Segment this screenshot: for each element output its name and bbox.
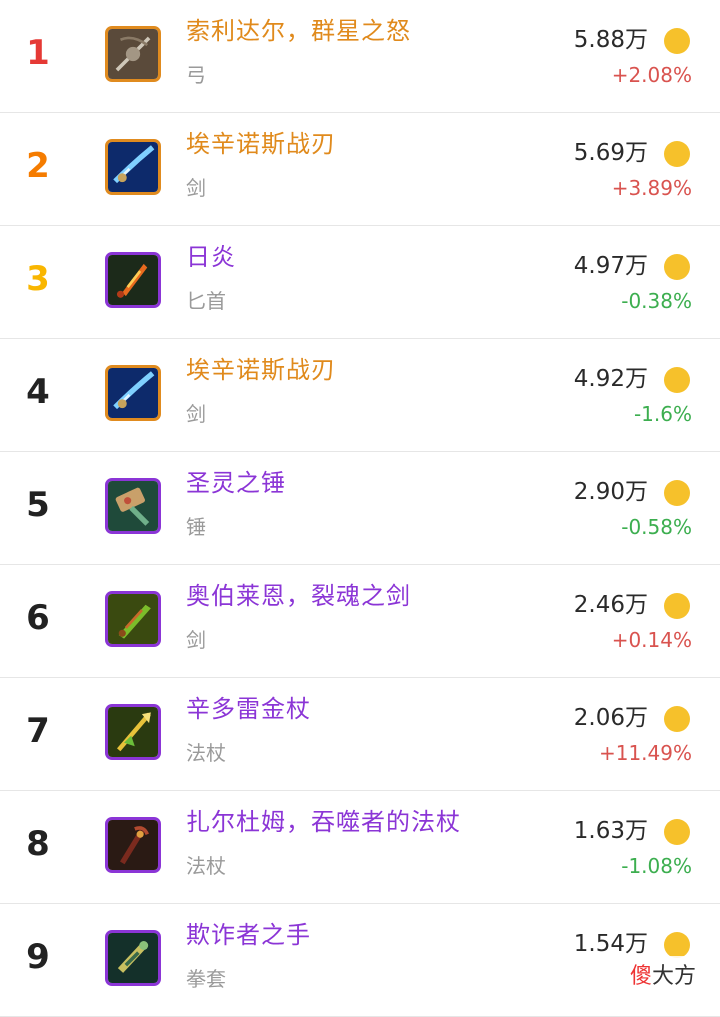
rank-number: 7	[26, 711, 50, 751]
list-item[interactable]: 5 圣灵之锤 锤 2.90万 -0.58%	[0, 452, 720, 565]
item-name[interactable]: 埃辛诺斯战刃	[186, 353, 336, 387]
item-type: 法杖	[186, 741, 226, 765]
item-price: 1.63万	[573, 818, 648, 844]
list-item[interactable]: 8 扎尔杜姆，吞噬者的法杖 法杖 1.63万 -1.08%	[0, 791, 720, 904]
bow-icon	[105, 26, 161, 82]
glaive-icon	[105, 139, 161, 195]
price-change: +2.08%	[611, 63, 692, 87]
item-type: 弓	[186, 63, 206, 87]
item-name[interactable]: 日炎	[186, 240, 236, 274]
gold-coin-icon	[664, 141, 690, 167]
rank-number: 4	[26, 372, 50, 412]
item-type: 锤	[186, 515, 206, 539]
gold-coin-icon	[664, 254, 690, 280]
gold-coin-icon	[664, 593, 690, 619]
item-type: 剑	[186, 176, 206, 200]
hammer-icon	[105, 478, 161, 534]
watermark: 傻大方	[623, 956, 702, 992]
item-type: 剑	[186, 402, 206, 426]
price-change: +0.14%	[611, 628, 692, 652]
dagger-icon	[105, 252, 161, 308]
item-type: 拳套	[186, 967, 226, 991]
gold-coin-icon	[664, 706, 690, 732]
item-name[interactable]: 欺诈者之手	[186, 918, 311, 952]
price-change: +3.89%	[611, 176, 692, 200]
gold-coin-icon	[664, 367, 690, 393]
gold-coin-icon	[664, 480, 690, 506]
gold-coin-icon	[664, 28, 690, 54]
list-item[interactable]: 1 索利达尔，群星之怒 弓 5.88万 +2.08%	[0, 0, 720, 113]
claw-staff-icon	[105, 817, 161, 873]
sword-icon	[105, 591, 161, 647]
item-name[interactable]: 圣灵之锤	[186, 466, 286, 500]
item-price: 4.97万	[573, 253, 648, 279]
watermark-char: 傻	[629, 964, 652, 989]
price-change: +11.49%	[598, 741, 692, 765]
item-name[interactable]: 埃辛诺斯战刃	[186, 127, 336, 161]
list-item[interactable]: 2 埃辛诺斯战刃 剑 5.69万 +3.89%	[0, 113, 720, 226]
item-name[interactable]: 辛多雷金杖	[186, 692, 311, 726]
item-price: 2.06万	[573, 705, 648, 731]
item-type: 匕首	[186, 289, 226, 313]
list-item[interactable]: 9 欺诈者之手 拳套 1.54万	[0, 904, 720, 1017]
rank-number: 9	[26, 937, 50, 977]
item-name[interactable]: 扎尔杜姆，吞噬者的法杖	[186, 805, 461, 839]
rank-number: 8	[26, 824, 50, 864]
item-price: 5.69万	[573, 140, 648, 166]
list-item[interactable]: 7 辛多雷金杖 法杖 2.06万 +11.49%	[0, 678, 720, 791]
rank-number: 5	[26, 485, 50, 525]
item-price: 2.46万	[573, 592, 648, 618]
item-type: 剑	[186, 628, 206, 652]
staff-icon	[105, 704, 161, 760]
gold-coin-icon	[664, 819, 690, 845]
list-item[interactable]: 4 埃辛诺斯战刃 剑 4.92万 -1.6%	[0, 339, 720, 452]
item-name[interactable]: 索利达尔，群星之怒	[186, 14, 411, 48]
glaive-icon	[105, 365, 161, 421]
item-price: 4.92万	[573, 366, 648, 392]
price-ranking-list: 1 索利达尔，群星之怒 弓 5.88万 +2.08% 2 埃辛诺斯战刃 剑 5.…	[0, 0, 720, 1017]
price-change: -0.58%	[621, 515, 692, 539]
item-name[interactable]: 奥伯莱恩，裂魂之剑	[186, 579, 411, 613]
gold-coin-icon	[664, 932, 690, 958]
rank-number: 2	[26, 146, 50, 186]
list-item[interactable]: 3 日炎 匕首 4.97万 -0.38%	[0, 226, 720, 339]
item-price: 5.88万	[573, 27, 648, 53]
price-change: -1.6%	[633, 402, 692, 426]
rank-number: 6	[26, 598, 50, 638]
rank-number: 1	[26, 33, 50, 73]
item-price: 2.90万	[573, 479, 648, 505]
fist-icon	[105, 930, 161, 986]
item-type: 法杖	[186, 854, 226, 878]
watermark-text: 大方	[651, 964, 696, 989]
price-change: -1.08%	[621, 854, 692, 878]
price-change: -0.38%	[621, 289, 692, 313]
rank-number: 3	[26, 259, 50, 299]
list-item[interactable]: 6 奥伯莱恩，裂魂之剑 剑 2.46万 +0.14%	[0, 565, 720, 678]
